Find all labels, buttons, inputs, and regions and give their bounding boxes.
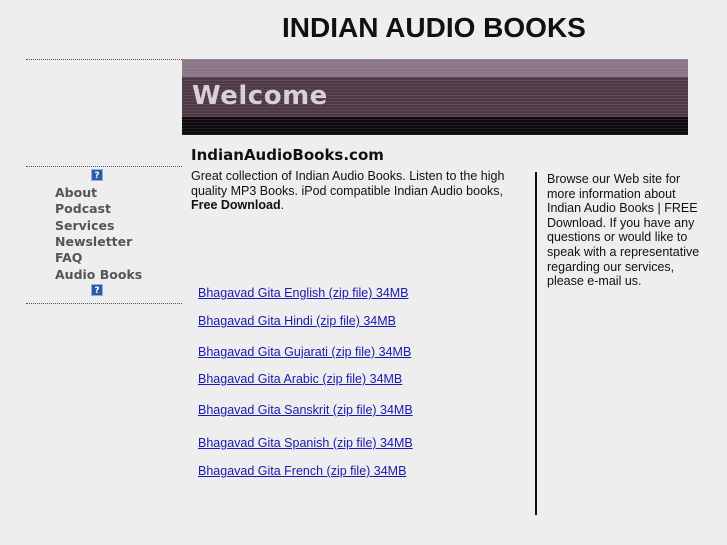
help-icon[interactable]: ?: [91, 284, 103, 296]
banner-welcome-text: Welcome: [192, 81, 328, 111]
download-link-english[interactable]: Bhagavad Gita English (zip file) 34MB: [198, 286, 409, 300]
nav-item-podcast[interactable]: Podcast: [55, 201, 111, 216]
nav-item-about[interactable]: About: [55, 185, 97, 200]
site-title: INDIAN AUDIO BOOKS: [282, 12, 586, 43]
download-link-hindi[interactable]: Bhagavad Gita Hindi (zip file) 34MB: [198, 314, 396, 328]
nav-item-newsletter[interactable]: Newsletter: [55, 234, 132, 249]
column-divider: [535, 172, 537, 515]
welcome-banner: Welcome: [182, 59, 688, 135]
download-link-spanish[interactable]: Bhagavad Gita Spanish (zip file) 34MB: [198, 436, 413, 450]
sidebar-info-text: Browse our Web site for more information…: [547, 172, 700, 289]
intro-free-download: Free Download: [191, 198, 281, 212]
intro-text: Great collection of Indian Audio Books. …: [191, 169, 505, 198]
intro-end: .: [280, 198, 285, 212]
page-heading: IndianAudioBooks.com: [191, 146, 384, 164]
download-link-french[interactable]: Bhagavad Gita French (zip file) 34MB: [198, 464, 406, 478]
download-link-arabic[interactable]: Bhagavad Gita Arabic (zip file) 34MB: [198, 372, 402, 386]
top-divider: [26, 59, 182, 60]
intro-paragraph: Great collection of Indian Audio Books. …: [191, 169, 526, 213]
nav-item-audio-books[interactable]: Audio Books: [55, 267, 142, 282]
nav-item-faq[interactable]: FAQ: [55, 250, 82, 265]
nav-item-services[interactable]: Services: [55, 218, 114, 233]
download-link-gujarati[interactable]: Bhagavad Gita Gujarati (zip file) 34MB: [198, 345, 411, 359]
help-icon[interactable]: ?: [91, 169, 103, 181]
nav-top-divider: [26, 166, 182, 167]
download-link-sanskrit[interactable]: Bhagavad Gita Sanskrit (zip file) 34MB: [198, 403, 413, 417]
nav-bottom-divider: [26, 303, 182, 304]
